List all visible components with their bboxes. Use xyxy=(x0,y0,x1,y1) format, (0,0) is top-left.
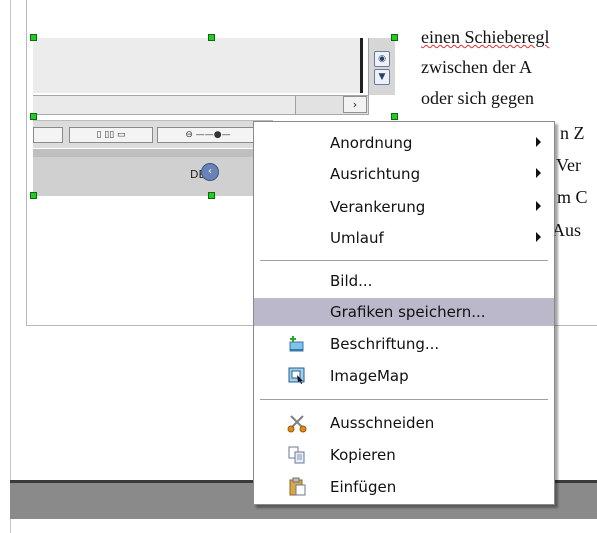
menu-item-anordnung[interactable]: Anordnung xyxy=(254,129,554,157)
scroll-down-icon: ▼ xyxy=(374,69,390,85)
menu-item-label: Anordnung xyxy=(330,134,413,152)
submenu-arrow-icon xyxy=(536,232,541,242)
menu-item-label: Grafiken speichern... xyxy=(330,303,486,321)
window-left-edge xyxy=(10,0,11,533)
menu-item-label: ImageMap xyxy=(330,367,409,385)
context-menu: Anordnung Ausrichtung Verankerung Umlauf… xyxy=(253,121,555,505)
menu-item-label: Kopieren xyxy=(330,446,396,464)
selection-handle-bottom-left[interactable] xyxy=(30,192,37,199)
text-line-6: m C xyxy=(557,187,588,207)
menu-item-label: Einfügen xyxy=(330,478,397,496)
image-toolbar: ▯ ▯▯ ▭ ⊖ ——●— xyxy=(33,120,273,148)
menu-item-label: Ausrichtung xyxy=(330,165,421,183)
toolbar-segment xyxy=(33,127,63,143)
submenu-arrow-icon xyxy=(536,201,541,211)
menu-item-kopieren[interactable]: Kopieren xyxy=(254,441,554,469)
submenu-arrow-icon xyxy=(536,168,541,178)
menu-item-label: Umlauf xyxy=(330,229,384,247)
menu-item-ausrichtung[interactable]: Ausrichtung xyxy=(254,160,554,188)
menu-item-label: Bild... xyxy=(330,272,373,290)
view-layout-icon: ▯ ▯▯ ▭ xyxy=(69,127,153,143)
menu-item-umlauf[interactable]: Umlauf xyxy=(254,224,554,252)
scroll-right-icon: › xyxy=(343,96,367,113)
text-line-2: zwischen der A xyxy=(421,57,532,77)
scissors-icon xyxy=(287,415,307,433)
menu-item-verankerung[interactable]: Verankerung xyxy=(254,193,554,221)
text-line-4: n Z xyxy=(560,123,585,143)
menu-item-label: Verankerung xyxy=(330,198,426,216)
imagemap-icon xyxy=(288,367,305,384)
text-line-7: Aus xyxy=(552,220,582,240)
back-arrow-icon: ‹ xyxy=(201,163,219,181)
text-line-3: oder sich gegen xyxy=(421,88,534,108)
scrollbar-thumb xyxy=(33,96,296,114)
submenu-arrow-icon xyxy=(536,137,541,147)
image-statusbar-top xyxy=(33,149,255,157)
scroll-up-icon: ◉ xyxy=(374,51,390,67)
image-divider xyxy=(360,38,363,93)
menu-separator xyxy=(260,399,548,400)
menu-item-imagemap[interactable]: ImageMap xyxy=(254,362,554,390)
paste-icon xyxy=(289,477,306,496)
selection-handle-top-center[interactable] xyxy=(208,34,215,41)
menu-item-beschriftung[interactable]: Beschriftung... xyxy=(254,330,554,358)
menu-item-ausschneiden[interactable]: Ausschneiden xyxy=(254,409,554,437)
menu-item-label: Beschriftung... xyxy=(330,335,440,353)
zoom-slider-icon: ⊖ ——●— xyxy=(157,127,259,143)
selection-handle-middle-left[interactable] xyxy=(30,113,37,120)
page-left-border xyxy=(26,0,27,326)
caption-icon xyxy=(289,336,304,352)
image-canvas-area xyxy=(33,38,363,93)
menu-item-bild[interactable]: Bild... xyxy=(254,267,554,295)
menu-item-label: Ausschneiden xyxy=(330,414,435,432)
text-line-1: einen Schieberegl xyxy=(421,27,550,47)
image-vertical-scrollbar: ◉ ▼ xyxy=(368,38,395,95)
selection-handle-top-right[interactable] xyxy=(391,34,398,41)
menu-item-einfuegen[interactable]: Einfügen xyxy=(254,473,554,501)
text-line-5: Ver xyxy=(556,155,581,175)
selection-handle-top-left[interactable] xyxy=(30,34,37,41)
menu-separator xyxy=(260,260,548,261)
copy-icon xyxy=(288,446,305,464)
selection-handle-middle-right[interactable] xyxy=(391,113,398,120)
selection-handle-bottom-center[interactable] xyxy=(208,192,215,199)
menu-item-grafiken-speichern[interactable]: Grafiken speichern... xyxy=(254,298,554,326)
